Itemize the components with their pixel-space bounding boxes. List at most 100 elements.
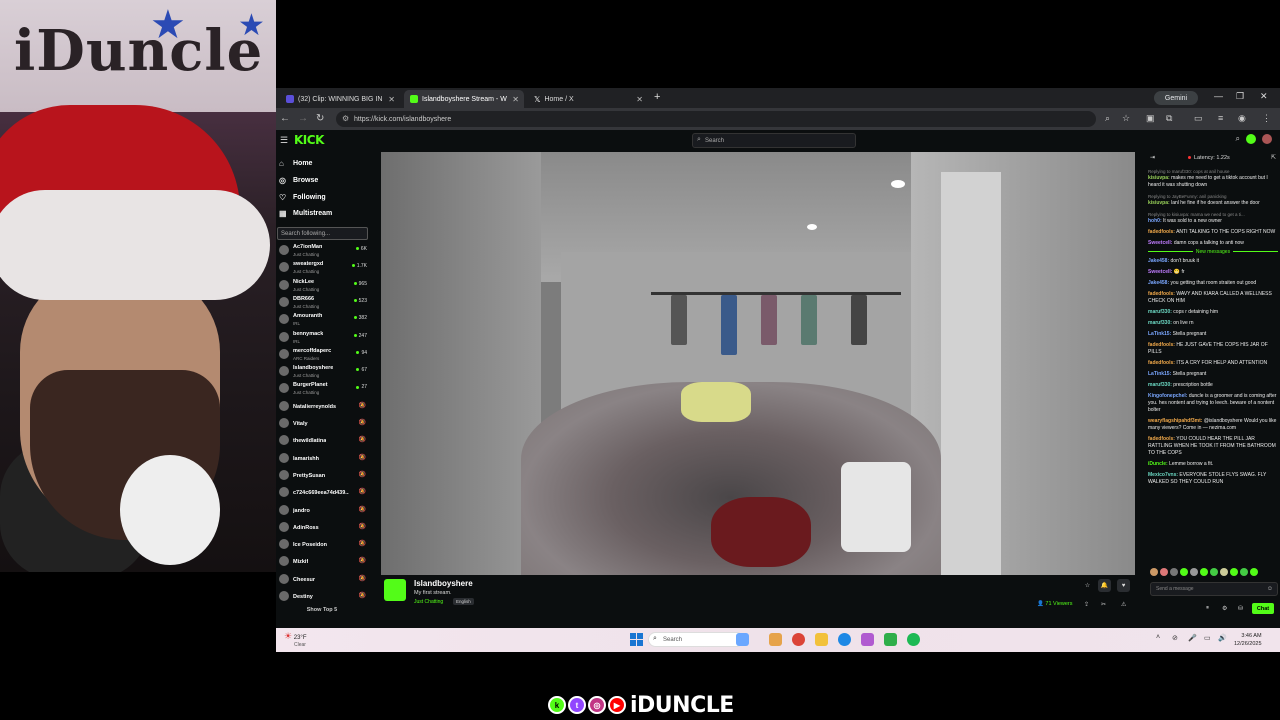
chat-username[interactable]: fadedfools:: [1148, 229, 1175, 235]
language-tag[interactable]: English: [453, 598, 474, 605]
chat-username[interactable]: Kingofonepchel:: [1148, 393, 1187, 399]
site-info-icon[interactable]: ⚙: [342, 114, 349, 123]
pause-chat-icon[interactable]: ⏸: [1206, 605, 1209, 612]
show-hidden-icons-chevron-icon[interactable]: ˄: [1156, 634, 1160, 641]
bookmark-star-icon[interactable]: ☆: [1122, 113, 1130, 124]
tab-youtube-clip[interactable]: (32) Clip: WINNING BIG IN ✕: [280, 90, 400, 108]
share-icon[interactable]: ⇪: [1084, 601, 1089, 608]
collapse-chat-icon[interactable]: ⇥: [1150, 154, 1155, 161]
sidebar-channel[interactable]: Mizkif 🔕: [278, 554, 370, 570]
chat-username[interactable]: Sweetcell:: [1148, 240, 1172, 246]
chat-username[interactable]: Mexico7vns:: [1148, 472, 1178, 478]
report-warning-icon[interactable]: ⚠: [1121, 601, 1126, 608]
tray-app-icon[interactable]: ⊘: [1172, 634, 1178, 642]
emote-icon[interactable]: [1200, 568, 1208, 576]
sidebar-channel[interactable]: PrettySusan 🔕: [278, 468, 370, 484]
volume-icon[interactable]: 🔊: [1218, 634, 1227, 642]
sidebar-channel[interactable]: Vitaly 🔕: [278, 416, 370, 432]
sidebar-channel[interactable]: jandro 🔕: [278, 503, 370, 519]
sidebar-channel[interactable]: DBR666 Just Chatting 523: [278, 295, 370, 311]
chrome-icon[interactable]: [792, 633, 805, 646]
search-following-input[interactable]: Search following...: [277, 227, 368, 240]
chat-username[interactable]: maruf330:: [1148, 320, 1172, 326]
messenger-icon[interactable]: [861, 633, 874, 646]
sidebar-channel[interactable]: Natalierreynolds 🔕: [278, 399, 370, 415]
app-icon[interactable]: [884, 633, 897, 646]
favorite-star-icon[interactable]: ☆: [1081, 579, 1094, 592]
windows-start-icon[interactable]: [630, 633, 643, 646]
sidebar-channel[interactable]: NickLee Just Chatting 965: [278, 278, 370, 294]
sidebar-channel[interactable]: AdinRoss 🔕: [278, 520, 370, 536]
extensions-puzzle-icon[interactable]: ⧉: [1166, 113, 1172, 124]
notification-bell-button[interactable]: 🔔: [1098, 579, 1111, 592]
nav-browse[interactable]: ◎ Browse: [279, 173, 318, 187]
maximize-button[interactable]: ❐: [1236, 91, 1244, 102]
chat-username[interactable]: maruf330:: [1148, 382, 1172, 388]
forward-button[interactable]: →: [298, 113, 308, 124]
user-avatar[interactable]: [1262, 134, 1272, 144]
chat-username[interactable]: kisiuvpa:: [1148, 200, 1170, 206]
photos-icon[interactable]: [769, 633, 782, 646]
tab-kick-stream[interactable]: Islandboyshere Stream - W ✕: [404, 90, 524, 108]
sidebar-channel[interactable]: thewildlatina 🔕: [278, 433, 370, 449]
extension-avatar[interactable]: [1246, 134, 1256, 144]
close-tab-icon[interactable]: ✕: [636, 95, 643, 104]
close-tab-icon[interactable]: ✕: [388, 95, 395, 104]
chat-username[interactable]: fadedfools:: [1148, 291, 1175, 297]
spotify-icon[interactable]: [907, 633, 920, 646]
chat-username[interactable]: wearyflagshipahdf3mt:: [1148, 418, 1202, 424]
weather-widget[interactable]: ☀ 23°F Clear: [284, 631, 307, 648]
close-window-button[interactable]: ✕: [1260, 91, 1268, 102]
sidebar-channel[interactable]: Cheesur 🔕: [278, 572, 370, 588]
chat-username[interactable]: Sweetcell:: [1148, 269, 1172, 275]
emote-icon[interactable]: [1220, 568, 1228, 576]
monitor-icon[interactable]: ▭: [1204, 634, 1211, 642]
emote-icon[interactable]: [1180, 568, 1188, 576]
profile-icon[interactable]: ◉: [1238, 113, 1246, 124]
sidebar-channel[interactable]: Destiny 🔕: [278, 589, 370, 605]
stream-category[interactable]: Just Chatting: [414, 599, 443, 605]
streamer-avatar[interactable]: [384, 579, 406, 601]
points-icon[interactable]: ⛁: [1238, 605, 1243, 612]
extension-icon[interactable]: ▣: [1146, 113, 1155, 124]
minimize-button[interactable]: —: [1214, 91, 1223, 101]
emote-icon[interactable]: [1190, 568, 1198, 576]
sidebar-channel[interactable]: BurgerPlanet Just Chatting 27: [278, 381, 370, 397]
sidebar-channel[interactable]: Islandboyshere Just Chatting 67: [278, 364, 370, 380]
clip-icon[interactable]: ✂: [1101, 601, 1106, 608]
emote-icon[interactable]: [1160, 568, 1168, 576]
copilot-icon[interactable]: [736, 633, 749, 646]
search-icon[interactable]: ⌕: [1236, 134, 1240, 144]
media-icon[interactable]: ≡: [1218, 113, 1223, 123]
menu-kebab-icon[interactable]: ⋮: [1262, 113, 1271, 124]
reload-button[interactable]: ↻: [316, 113, 324, 124]
cast-icon[interactable]: ▭: [1194, 113, 1203, 124]
chat-username[interactable]: hoh0:: [1148, 218, 1162, 224]
chat-username[interactable]: maruf330:: [1148, 309, 1172, 315]
sidebar-channel[interactable]: lamarishh 🔕: [278, 451, 370, 467]
back-button[interactable]: ←: [280, 113, 290, 124]
sidebar-channel[interactable]: bennymack IRL 247: [278, 330, 370, 346]
system-clock[interactable]: 3:46 AM 12/26/2025: [1234, 632, 1262, 648]
show-top-button[interactable]: Show Top 5: [276, 607, 368, 613]
tab-x-home[interactable]: 𝕏 Home / X ✕: [528, 90, 648, 108]
sidebar-channel[interactable]: sweatergxd Just Chatting 1.7K: [278, 260, 370, 276]
new-tab-button[interactable]: +: [654, 91, 660, 103]
send-chat-button[interactable]: Chat: [1252, 603, 1274, 614]
emote-icon[interactable]: [1240, 568, 1248, 576]
kick-search-input[interactable]: ⌕ Search: [692, 133, 856, 148]
zoom-search-icon[interactable]: ⌕: [1105, 113, 1110, 124]
close-tab-icon[interactable]: ✕: [512, 95, 519, 104]
sidebar-channel[interactable]: c724c669eea74d439... 🔕: [278, 485, 370, 501]
chat-username[interactable]: fadedfools:: [1148, 342, 1175, 348]
streamer-name[interactable]: Islandboyshere: [414, 579, 473, 588]
chat-username[interactable]: LaTink15:: [1148, 331, 1171, 337]
chat-username[interactable]: LaTink15:: [1148, 371, 1171, 377]
follow-heart-button[interactable]: ♥: [1117, 579, 1130, 592]
popout-chat-icon[interactable]: ⇱: [1271, 154, 1276, 161]
chat-username[interactable]: Jake458:: [1148, 258, 1169, 264]
sidebar-channel[interactable]: Ice Poseidon 🔕: [278, 537, 370, 553]
file-explorer-icon[interactable]: [815, 633, 828, 646]
nav-home[interactable]: ⌂ Home: [279, 156, 312, 170]
sidebar-channel[interactable]: mercoffdaperc ARC Raiders 94: [278, 347, 370, 363]
